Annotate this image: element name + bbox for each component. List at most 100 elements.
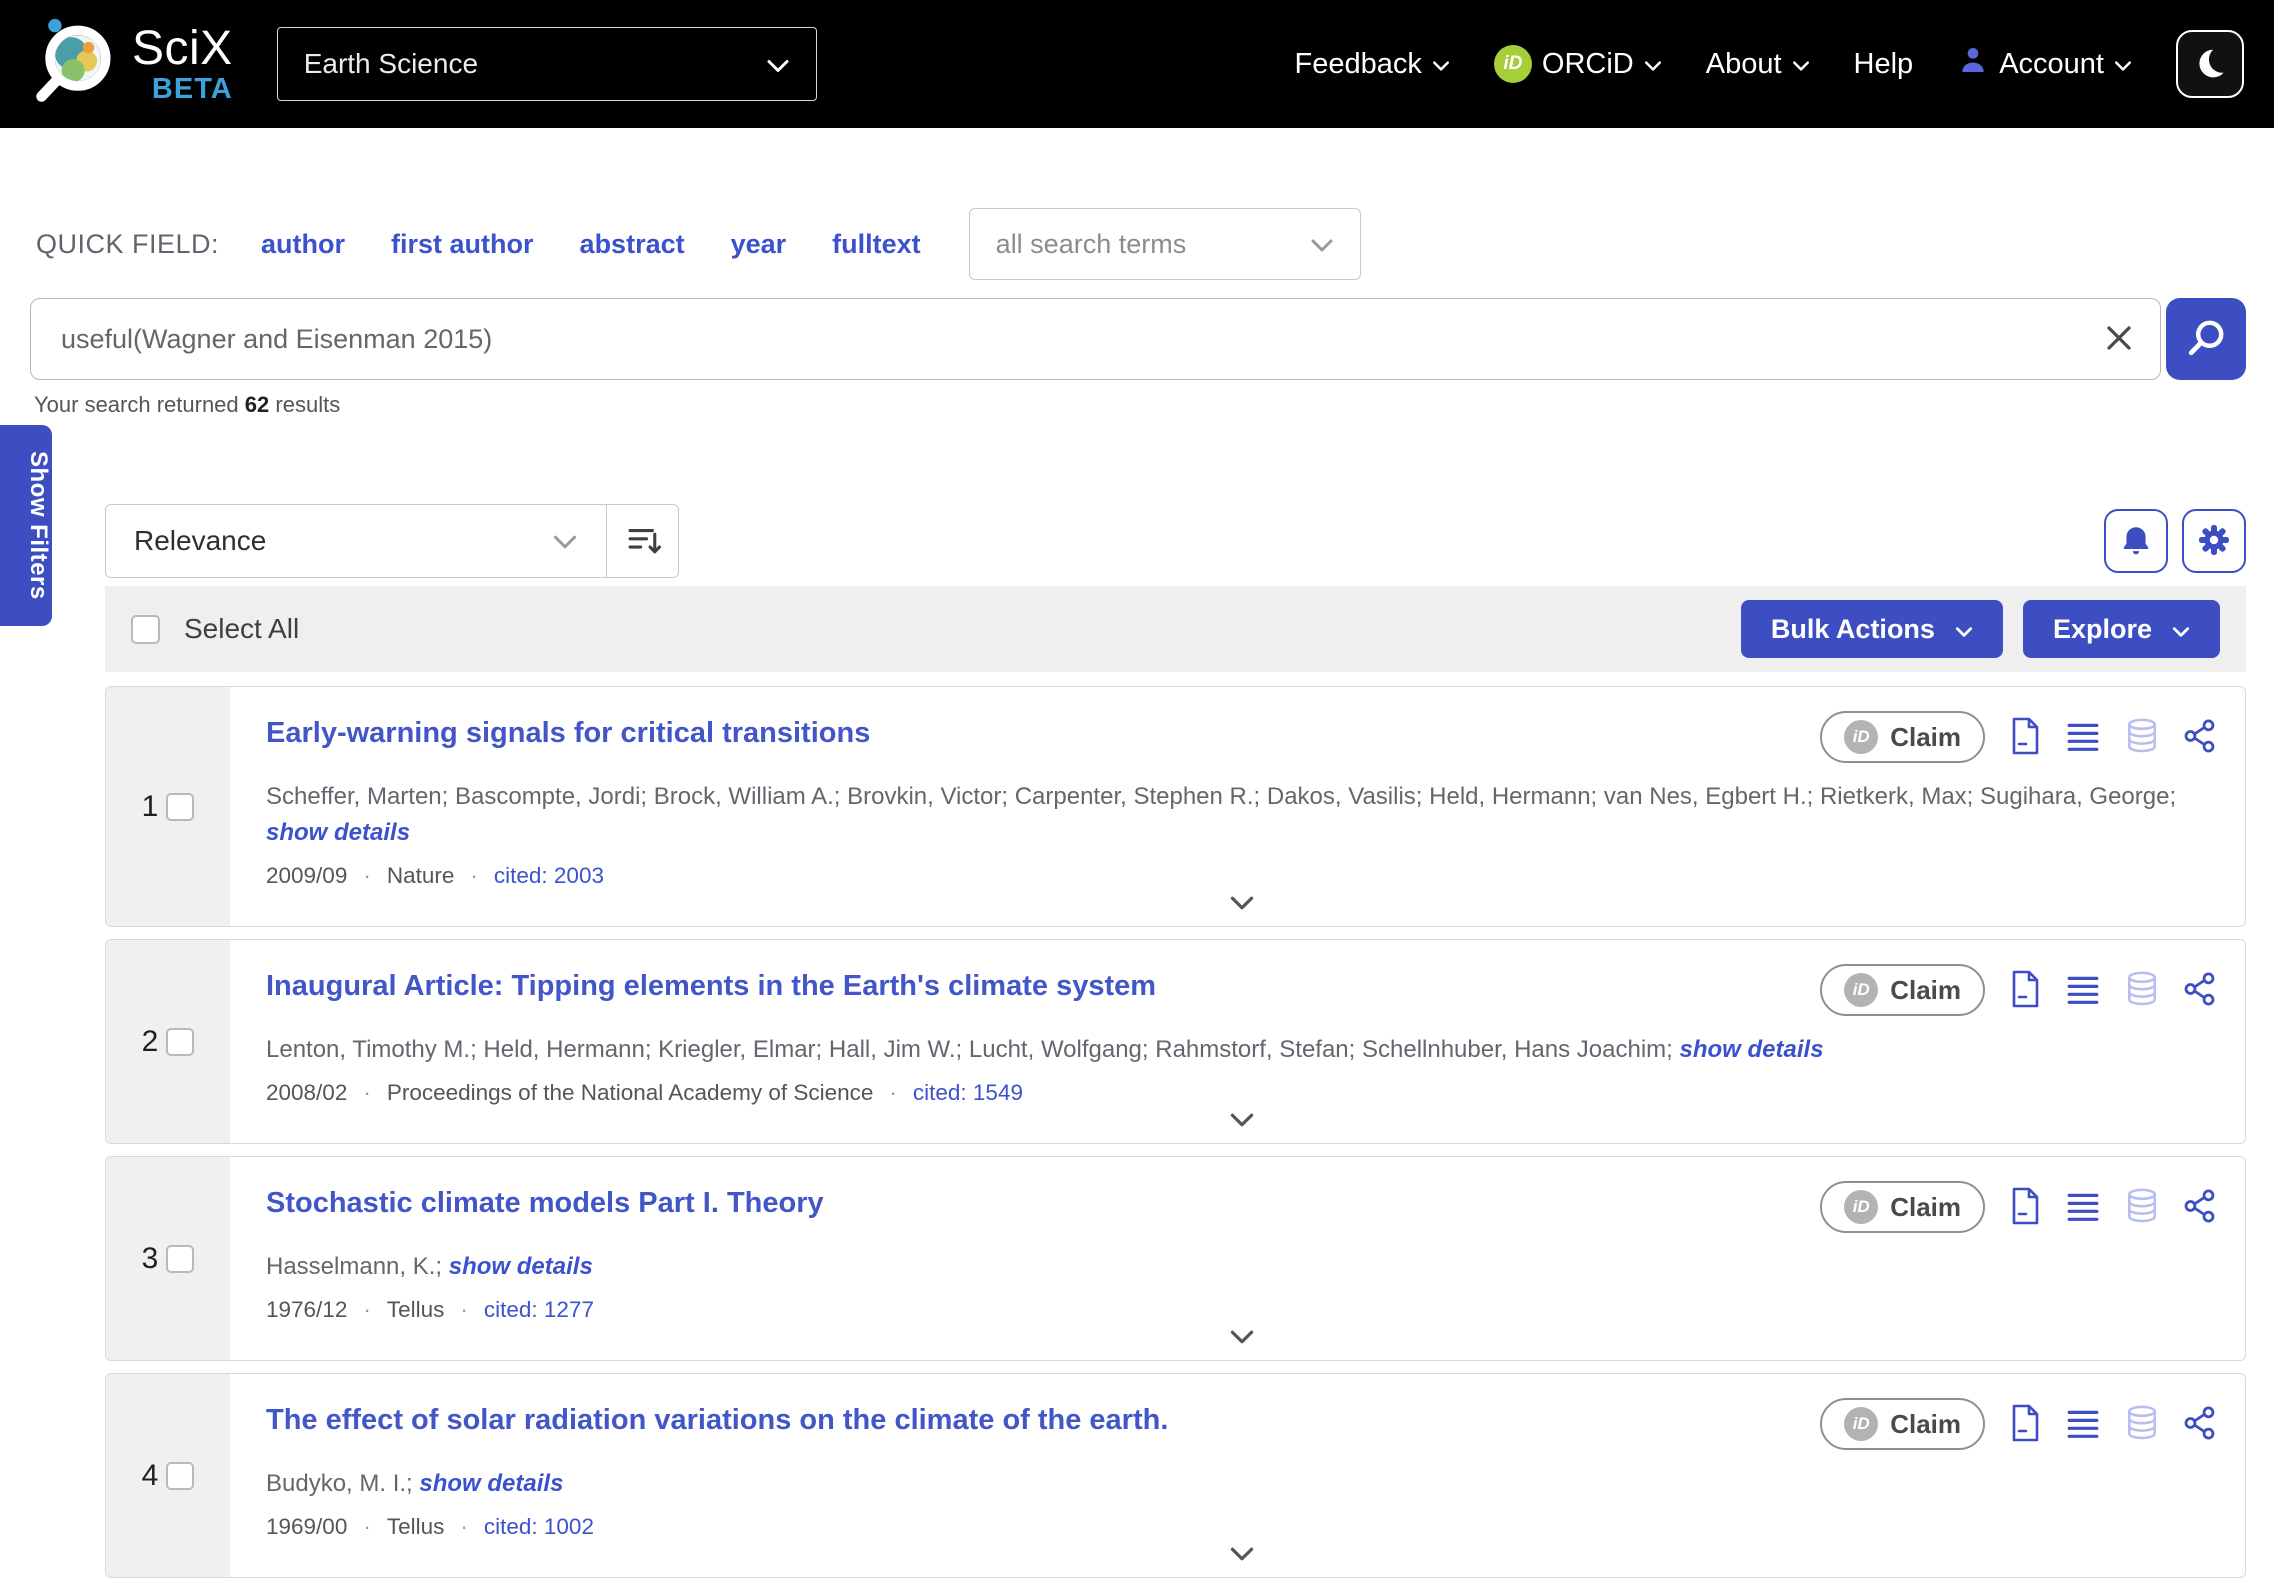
meta-separator: · — [460, 1514, 468, 1540]
bulk-actions-label: Bulk Actions — [1771, 614, 1935, 645]
cited-link[interactable]: cited: 2003 — [494, 863, 604, 889]
chevron-down-icon — [766, 58, 790, 74]
orcid-claim-button[interactable]: iD Claim — [1820, 1181, 1985, 1233]
show-details-link[interactable]: show details — [449, 1253, 593, 1280]
expand-result-button[interactable] — [1229, 1112, 1255, 1131]
results-count-suffix: results — [275, 392, 340, 417]
person-icon — [1957, 44, 1989, 84]
help-link[interactable]: Help — [1854, 48, 1914, 81]
quick-field-abstract[interactable]: abstract — [580, 229, 685, 260]
quick-field-year[interactable]: year — [731, 229, 787, 260]
show-details-link[interactable]: show details — [419, 1470, 563, 1497]
collection-select-value: Earth Science — [304, 48, 478, 80]
collection-select[interactable]: Earth Science — [277, 27, 817, 101]
notifications-button[interactable] — [2104, 509, 2168, 573]
fulltext-sources-button[interactable] — [2009, 717, 2041, 758]
claim-label: Claim — [1890, 722, 1961, 753]
result-checkbox[interactable] — [166, 1462, 194, 1490]
orcid-claim-button[interactable]: iD Claim — [1820, 711, 1985, 763]
result-date: 1976/12 — [266, 1297, 347, 1323]
result-card: 3 Stochastic climate models Part I. Theo… — [105, 1156, 2246, 1361]
feedback-label: Feedback — [1295, 48, 1422, 81]
sort-select[interactable]: Relevance — [105, 504, 607, 578]
result-title[interactable]: Stochastic climate models Part I. Theory — [266, 1181, 824, 1220]
orcid-id-icon: iD — [1844, 1190, 1878, 1224]
account-menu[interactable]: Account — [1957, 44, 2132, 84]
sort-direction-button[interactable] — [607, 504, 679, 578]
quick-field-label: QUICK FIELD: — [36, 229, 219, 260]
abstract-button[interactable] — [2065, 972, 2101, 1009]
expand-result-button[interactable] — [1229, 1329, 1255, 1348]
search-terms-select[interactable]: all search terms — [969, 208, 1361, 280]
result-authors: Budyko, M. I.; show details — [266, 1466, 2217, 1502]
show-filters-tab[interactable]: Show Filters — [0, 425, 52, 626]
top-navbar: SciX BETA Earth Science Feedback iD ORCi… — [0, 0, 2274, 128]
meta-separator: · — [460, 1297, 468, 1323]
data-products-button[interactable] — [2125, 971, 2159, 1010]
scix-logo[interactable]: SciX BETA — [30, 16, 233, 113]
cited-link[interactable]: cited: 1549 — [913, 1080, 1023, 1106]
database-icon — [2125, 971, 2159, 1010]
result-checkbox[interactable] — [166, 793, 194, 821]
result-authors: Lenton, Timothy M.; Held, Hermann; Krieg… — [266, 1032, 2217, 1068]
bell-icon — [2119, 523, 2153, 560]
explore-button[interactable]: Explore — [2023, 600, 2220, 658]
data-products-button[interactable] — [2125, 718, 2159, 757]
list-icon — [2065, 1406, 2101, 1443]
bulk-actions-button[interactable]: Bulk Actions — [1741, 600, 2003, 658]
result-select-column: 1 — [106, 687, 230, 926]
orcid-claim-button[interactable]: iD Claim — [1820, 964, 1985, 1016]
share-button[interactable] — [2183, 1406, 2217, 1443]
result-meta: 1976/12 · Tellus · cited: 1277 — [266, 1297, 2217, 1323]
expand-result-button[interactable] — [1229, 1546, 1255, 1565]
result-actions: iD Claim — [1820, 711, 2217, 763]
result-checkbox[interactable] — [166, 1245, 194, 1273]
search-button[interactable] — [2166, 298, 2246, 380]
claim-label: Claim — [1890, 1409, 1961, 1440]
quick-field-first-author[interactable]: first author — [391, 229, 534, 260]
about-menu[interactable]: About — [1706, 48, 1810, 81]
result-body: Inaugural Article: Tipping elements in t… — [230, 940, 2245, 1143]
result-card: 1 Early-warning signals for critical tra… — [105, 686, 2246, 927]
result-journal: Tellus — [387, 1514, 445, 1540]
data-products-button[interactable] — [2125, 1405, 2159, 1444]
quick-field-author[interactable]: author — [261, 229, 345, 260]
data-products-button[interactable] — [2125, 1188, 2159, 1227]
cited-link[interactable]: cited: 1002 — [484, 1514, 594, 1540]
fulltext-sources-button[interactable] — [2009, 970, 2041, 1011]
search-input[interactable] — [31, 324, 2078, 355]
fulltext-sources-button[interactable] — [2009, 1404, 2041, 1445]
show-details-link[interactable]: show details — [1680, 1036, 1824, 1063]
orcid-id-icon: iD — [1844, 1407, 1878, 1441]
result-number: 1 — [142, 790, 159, 824]
abstract-button[interactable] — [2065, 1406, 2101, 1443]
orcid-menu[interactable]: iD ORCiD — [1494, 45, 1662, 83]
orcid-id-icon: iD — [1844, 720, 1878, 754]
fulltext-sources-button[interactable] — [2009, 1187, 2041, 1228]
share-button[interactable] — [2183, 719, 2217, 756]
share-button[interactable] — [2183, 1189, 2217, 1226]
cited-link[interactable]: cited: 1277 — [484, 1297, 594, 1323]
result-checkbox[interactable] — [166, 1028, 194, 1056]
quick-field-fulltext[interactable]: fulltext — [832, 229, 921, 260]
result-select-column: 3 — [106, 1157, 230, 1360]
clear-search-button[interactable] — [2078, 323, 2160, 356]
close-icon — [2104, 323, 2134, 356]
abstract-button[interactable] — [2065, 1189, 2101, 1226]
expand-result-button[interactable] — [1229, 895, 1255, 914]
meta-separator: · — [363, 1080, 371, 1106]
select-all-bar: Select All Bulk Actions Explore — [105, 586, 2246, 672]
abstract-button[interactable] — [2065, 719, 2101, 756]
share-button[interactable] — [2183, 972, 2217, 1009]
settings-button[interactable] — [2182, 509, 2246, 573]
select-all-checkbox[interactable] — [131, 615, 160, 644]
result-title[interactable]: Early-warning signals for critical trans… — [266, 711, 870, 750]
feedback-menu[interactable]: Feedback — [1295, 48, 1450, 81]
orcid-claim-button[interactable]: iD Claim — [1820, 1398, 1985, 1450]
result-title[interactable]: The effect of solar radiation variations… — [266, 1398, 1168, 1437]
result-title[interactable]: Inaugural Article: Tipping elements in t… — [266, 964, 1156, 1003]
dark-mode-toggle[interactable] — [2176, 30, 2244, 98]
show-details-link[interactable]: show details — [266, 819, 410, 846]
chevron-down-icon — [2172, 614, 2190, 645]
beta-badge: BETA — [152, 75, 233, 104]
